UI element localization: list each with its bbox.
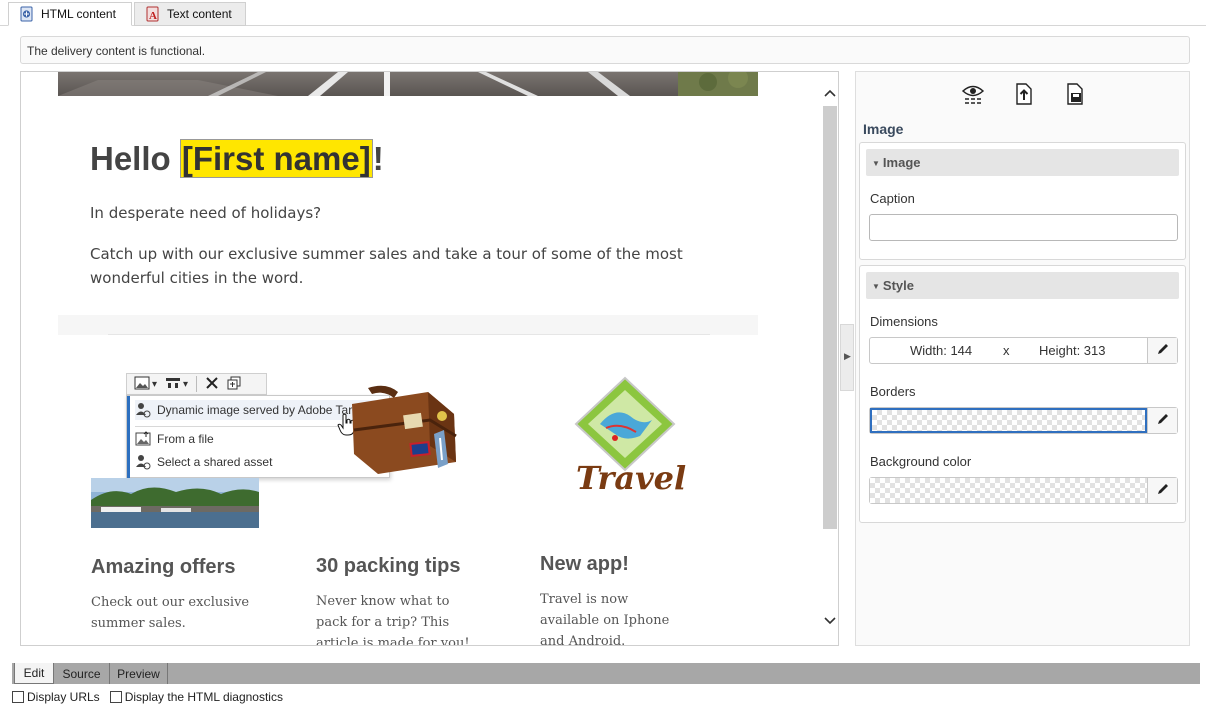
- upload-image-icon: [135, 431, 151, 447]
- save-template-icon[interactable]: [1063, 82, 1087, 106]
- image-toolbar: ▾ ▾: [126, 373, 267, 395]
- width-value: Width: 144: [910, 343, 973, 358]
- times-sign: x: [1003, 343, 1010, 358]
- column-title-app[interactable]: New app!: [540, 553, 629, 576]
- display-urls-option[interactable]: Display URLs: [12, 690, 100, 704]
- export-page-icon[interactable]: [1012, 82, 1036, 106]
- target-icon: [135, 402, 151, 418]
- duplicate-button[interactable]: [224, 375, 244, 393]
- borders-label: Borders: [870, 384, 916, 399]
- toolbar-separator: [196, 376, 198, 392]
- menu-item-label: From a file: [157, 432, 214, 446]
- email-preview: Hello [First name]! In desperate need of…: [58, 72, 758, 646]
- chevron-right-icon: ▶: [844, 351, 851, 361]
- header-image[interactable]: [58, 72, 758, 96]
- panel-section-title: Image: [863, 121, 904, 137]
- edit-background-button[interactable]: [1147, 478, 1177, 503]
- panel-toolbar: [856, 72, 1191, 112]
- personalization-field[interactable]: [First name]: [179, 139, 373, 178]
- height-value: Height: 313: [1039, 343, 1106, 358]
- pencil-icon: [1156, 412, 1170, 429]
- edit-dimensions-button[interactable]: [1147, 338, 1177, 363]
- tab-html-content[interactable]: HTML content: [8, 2, 132, 26]
- pencil-icon: [1156, 342, 1170, 359]
- greeting-suffix: !: [372, 140, 384, 177]
- display-options: Display URLs Display the HTML diagnostic…: [12, 689, 293, 705]
- dimensions-field[interactable]: Width: 144 x Height: 313: [869, 337, 1178, 364]
- display-urls-checkbox[interactable]: [12, 691, 24, 703]
- background-color-value[interactable]: [870, 478, 1147, 503]
- dimensions-label: Dimensions: [870, 314, 938, 329]
- section-divider: [58, 315, 758, 335]
- tab-source[interactable]: Source: [54, 663, 110, 684]
- column-title-packing[interactable]: 30 packing tips: [316, 555, 461, 578]
- insert-image-button[interactable]: ▾: [131, 375, 160, 393]
- group-header-label: Image: [882, 155, 921, 170]
- borders-value[interactable]: [870, 408, 1147, 433]
- app-text: Travel is now available on Iphone and An…: [540, 592, 670, 646]
- column-text-packing[interactable]: Never know what to pack for a trip? This…: [316, 591, 472, 645]
- background-color-field[interactable]: [869, 477, 1178, 504]
- html-editor[interactable]: Hello [First name]! In desperate need of…: [20, 71, 839, 646]
- column-text-offers[interactable]: Check out our exclusive summer sales.: [91, 592, 251, 634]
- display-urls-label: Display URLs: [27, 690, 100, 704]
- image-group-header[interactable]: ▼ Image: [866, 149, 1179, 176]
- remove-image-button[interactable]: [202, 375, 222, 393]
- scroll-down-icon[interactable]: [824, 616, 836, 628]
- image-group: ▼ Image Caption: [859, 142, 1186, 260]
- background-color-label: Background color: [870, 454, 972, 469]
- greeting-heading[interactable]: Hello [First name]!: [90, 139, 384, 178]
- tab-text-content[interactable]: A Text content: [134, 2, 246, 26]
- body-text[interactable]: Catch up with our exclusive summer sales…: [90, 242, 730, 290]
- style-group: ▼ Style Dimensions Width: 144 x Height: 3…: [859, 265, 1186, 523]
- display-diagnostics-option[interactable]: Display the HTML diagnostics: [109, 690, 283, 704]
- panel-splitter[interactable]: ▶: [840, 324, 854, 391]
- collapse-triangle-icon: ▼: [872, 282, 880, 291]
- duplicate-icon: [227, 376, 241, 393]
- column-text-app[interactable]: Travel is now available on Iphone and An…: [540, 589, 690, 646]
- group-header-label: Style: [882, 278, 914, 293]
- tab-label: Text content: [167, 7, 232, 21]
- collapse-triangle-icon: ▼: [872, 159, 880, 168]
- edit-borders-button[interactable]: [1147, 408, 1177, 433]
- chevron-down-icon: ▾: [183, 378, 189, 390]
- display-diagnostics-checkbox[interactable]: [109, 691, 122, 703]
- close-icon: [205, 376, 219, 393]
- greeting-prefix: Hello: [90, 140, 180, 177]
- tab-label: HTML content: [41, 7, 116, 21]
- column-title-offers[interactable]: Amazing offers: [91, 556, 235, 579]
- content-tabs: HTML content A Text content: [0, 0, 1206, 26]
- suitcase-image[interactable]: [348, 384, 458, 476]
- view-mode-tabs: Edit Source Preview: [12, 663, 1200, 684]
- shared-asset-icon: [135, 454, 151, 470]
- display-diagnostics-label: Display the HTML diagnostics: [124, 690, 283, 704]
- menu-accent-bar: [127, 396, 130, 479]
- dimensions-value: Width: 144 x Height: 313: [870, 338, 1147, 363]
- tab-preview[interactable]: Preview: [110, 663, 168, 684]
- properties-panel: Image ▼ Image Caption ▼ Style Dimensions W…: [855, 71, 1190, 646]
- preview-eye-icon[interactable]: [961, 82, 985, 106]
- tab-edit[interactable]: Edit: [14, 663, 54, 684]
- borders-field[interactable]: [869, 407, 1178, 434]
- svg-text:A: A: [149, 10, 157, 22]
- pencil-icon: [1156, 482, 1170, 499]
- status-message: The delivery content is functional.: [20, 36, 1190, 64]
- text-content-icon: A: [145, 6, 161, 22]
- insert-image-icon: [134, 376, 150, 393]
- chevron-down-icon: ▾: [152, 378, 158, 390]
- html-content-icon: [19, 6, 35, 22]
- scroll-up-icon[interactable]: [824, 88, 836, 100]
- caption-input[interactable]: [869, 214, 1178, 241]
- style-group-header[interactable]: ▼ Style: [866, 272, 1179, 299]
- layout-button[interactable]: ▾: [162, 375, 191, 393]
- river-image[interactable]: [91, 478, 259, 528]
- travel-logo-text: Travel: [576, 459, 687, 497]
- layout-icon: [165, 376, 181, 393]
- caption-label: Caption: [870, 191, 915, 206]
- editor-scrollbar[interactable]: [821, 72, 838, 645]
- intro-text[interactable]: In desperate need of holidays?: [90, 204, 321, 222]
- menu-item-label: Select a shared asset: [157, 455, 273, 469]
- scroll-thumb[interactable]: [823, 106, 837, 529]
